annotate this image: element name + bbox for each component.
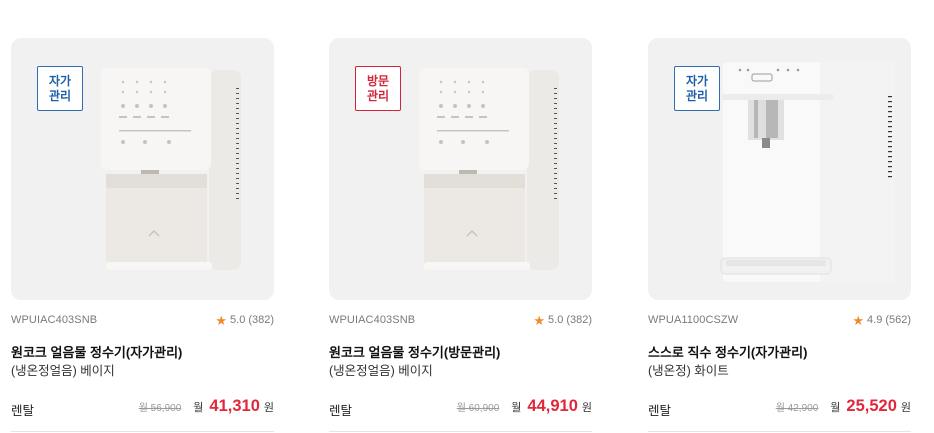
rating-score: 5.0 [548, 314, 564, 326]
original-price: 월 56,900 [138, 403, 182, 414]
model-number: WPUA1100CSZW [648, 314, 739, 326]
rental-label: 렌탈 [11, 404, 35, 418]
review-count: (382) [566, 314, 592, 326]
product-card[interactable]: 자가 관리 WPUA1100CSZW ★ 4.9 (562) 스스로 직수 정수… [648, 38, 911, 433]
currency-unit: 원 [263, 402, 274, 414]
sale-price: 25,520 [846, 397, 897, 415]
product-title[interactable]: 원코크 얼음물 정수기(방문관리) [329, 342, 500, 361]
sale-price: 41,310 [209, 397, 260, 415]
price-row: 렌탈 월 42,900 월 25,520 원 [648, 397, 911, 419]
rental-label: 렌탈 [329, 404, 353, 418]
star-icon: ★ [215, 312, 228, 328]
product-card[interactable]: 방문 관리 WPUIAC403SNB ★ 5.0 (382) 원코크 얼음물 정… [329, 38, 592, 433]
month-label: 월 [830, 402, 841, 414]
product-subtitle: (냉온정얼음) 베이지 [329, 364, 433, 378]
rating: ★ 4.9 (562) [852, 312, 911, 328]
product-subtitle: (냉온정) 화이트 [648, 364, 729, 378]
product-title[interactable]: 스스로 직수 정수기(자가관리) [648, 342, 807, 361]
product-thumbnail[interactable]: 자가 관리 [11, 38, 274, 300]
rating-score: 5.0 [230, 314, 246, 326]
sale-price: 44,910 [527, 397, 578, 415]
rating: ★ 5.0 (382) [533, 312, 592, 328]
currency-unit: 원 [581, 402, 592, 414]
divider [11, 431, 274, 432]
rental-label: 렌탈 [648, 404, 672, 418]
original-price: 월 42,900 [775, 403, 819, 414]
product-title[interactable]: 원코크 얼음물 정수기(자가관리) [11, 342, 182, 361]
product-thumbnail[interactable]: 방문 관리 [329, 38, 592, 300]
divider [329, 431, 592, 432]
star-icon: ★ [533, 312, 546, 328]
model-number: WPUIAC403SNB [11, 314, 98, 326]
currency-unit: 원 [900, 402, 911, 414]
original-price: 월 60,900 [456, 403, 500, 414]
star-icon: ★ [852, 312, 865, 328]
review-count: (562) [885, 314, 911, 326]
price-row: 렌탈 월 56,900 월 41,310 원 [11, 397, 274, 419]
month-label: 월 [193, 402, 204, 414]
divider [648, 431, 911, 432]
product-card[interactable]: 자가 관리 WPUIAC403SNB ★ 5.0 (382) 원코크 얼음물 정… [11, 38, 274, 433]
rating-score: 4.9 [867, 314, 883, 326]
review-count: (382) [248, 314, 274, 326]
model-number: WPUIAC403SNB [329, 314, 416, 326]
month-label: 월 [511, 402, 522, 414]
visit-managed-badge: 방문 관리 [355, 66, 401, 111]
price-row: 렌탈 월 60,900 월 44,910 원 [329, 397, 592, 419]
product-subtitle: (냉온정얼음) 베이지 [11, 364, 115, 378]
self-managed-badge: 자가 관리 [37, 66, 83, 111]
rating: ★ 5.0 (382) [215, 312, 274, 328]
self-managed-badge: 자가 관리 [674, 66, 720, 111]
product-thumbnail[interactable]: 자가 관리 [648, 38, 911, 300]
